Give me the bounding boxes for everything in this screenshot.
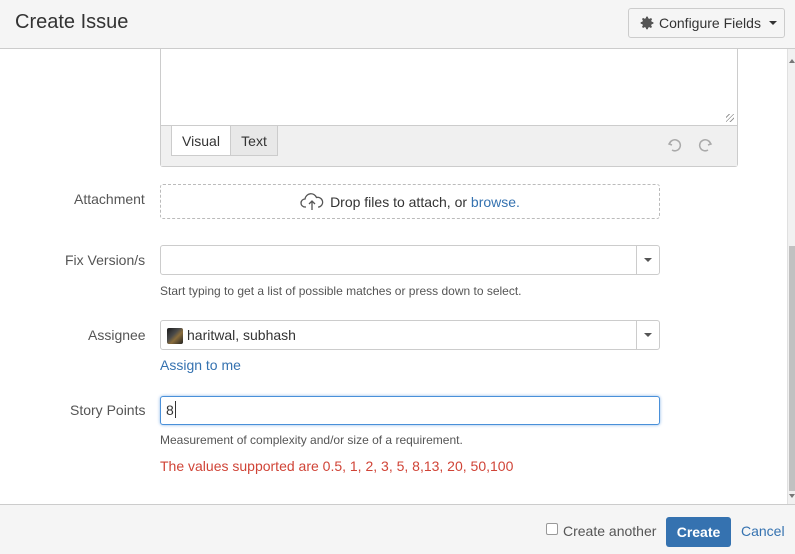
attachment-label: Attachment [74,191,145,207]
chevron-down-icon[interactable] [644,333,652,337]
select-divider [636,321,637,349]
create-another-checkbox[interactable] [546,523,558,535]
gear-icon [640,16,654,30]
story-points-label: Story Points [70,402,146,418]
configure-fields-button[interactable]: Configure Fields [628,8,785,38]
assignee-value: haritwal, subhash [187,327,296,343]
chevron-down-icon[interactable] [644,258,652,262]
fix-version-hint: Start typing to get a list of possible m… [160,284,522,298]
create-button[interactable]: Create [666,517,731,547]
cloud-upload-icon [300,192,324,210]
story-points-value: 8 [166,402,174,418]
dialog-header: Create Issue Configure Fields [0,0,795,49]
scroll-thumb[interactable] [789,246,795,491]
story-points-error: The values supported are 0.5, 1, 2, 3, 5… [160,458,514,474]
assignee-select[interactable]: haritwal, subhash [160,320,660,350]
assignee-label: Assignee [88,327,146,343]
dialog-footer: Create another Create Cancel [0,504,795,554]
scroll-down-icon[interactable] [789,494,795,498]
fix-version-label: Fix Version/s [65,252,146,268]
select-divider [636,246,637,274]
tab-visual[interactable]: Visual [171,126,231,156]
story-points-hint: Measurement of complexity and/or size of… [160,433,463,447]
configure-fields-label: Configure Fields [659,15,761,31]
undo-icon[interactable] [667,137,683,153]
editor-toolbar: Visual Text [161,126,737,166]
assign-to-me-link[interactable]: Assign to me [160,357,241,373]
resize-handle-icon[interactable] [726,114,734,122]
attachment-dropzone[interactable]: Drop files to attach, or browse. [160,184,660,219]
create-another-label[interactable]: Create another [563,523,656,539]
drop-text: Drop files to attach, or [330,193,468,210]
dialog-title: Create Issue [15,11,129,33]
chevron-down-icon [768,21,777,25]
redo-icon[interactable] [697,137,713,153]
vertical-scrollbar[interactable] [787,49,795,504]
cancel-link[interactable]: Cancel [741,523,785,539]
tab-text[interactable]: Text [230,126,278,156]
text-cursor [175,401,176,418]
story-points-input[interactable] [160,396,660,425]
description-textarea[interactable] [161,49,737,126]
fix-version-select[interactable] [160,245,660,275]
browse-link[interactable]: browse. [471,194,520,210]
avatar [167,328,183,344]
description-editor: Visual Text [160,49,738,167]
scroll-up-icon[interactable] [789,59,795,63]
